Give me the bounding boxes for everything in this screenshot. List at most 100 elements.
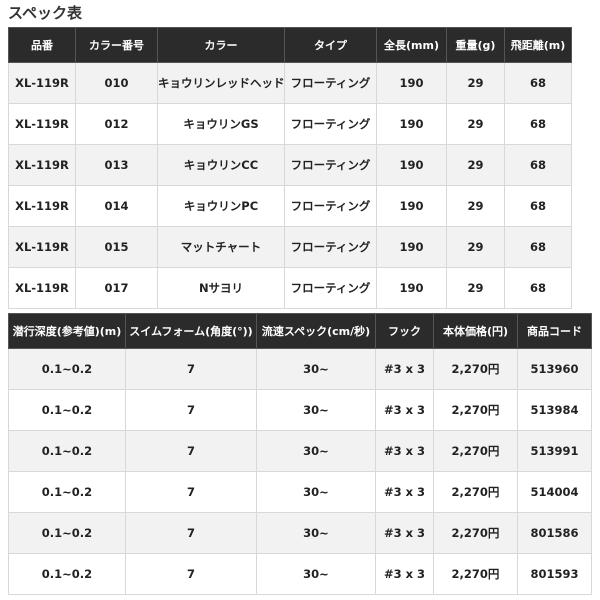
table-cell: 0.1~0.2 xyxy=(8,553,126,595)
column-header: カラー番号 xyxy=(75,27,158,63)
table-cell: XL-119R xyxy=(8,226,76,268)
table-row: XL-119R 014 キョウリンPC フローティング 190 29 68 xyxy=(8,185,572,227)
table-cell: フローティング xyxy=(284,267,377,309)
table-row: XL-119R 010 キョウリンレッドヘッド フローティング 190 29 6… xyxy=(8,62,572,104)
table-cell: #3 x 3 xyxy=(375,348,434,390)
table-cell: 30~ xyxy=(256,430,376,472)
table-cell: 7 xyxy=(125,348,257,390)
column-header: 商品コード xyxy=(517,313,592,349)
table-cell: マットチャート xyxy=(157,226,285,268)
column-header: 全長(mm) xyxy=(376,27,447,63)
table-cell: 2,270円 xyxy=(433,389,518,431)
table-cell: 68 xyxy=(504,62,572,104)
table-cell: 190 xyxy=(376,185,447,227)
table-row: 0.1~0.2 7 30~ #3 x 3 2,270円 513984 xyxy=(8,389,592,431)
table-row: XL-119R 013 キョウリンCC フローティング 190 29 68 xyxy=(8,144,572,186)
column-header: 重量(g) xyxy=(446,27,505,63)
table-header-row: 潜行深度(参考値)(m) スイムフォーム(角度(°)) 流速スペック(cm/秒)… xyxy=(8,313,592,349)
table-cell: 68 xyxy=(504,103,572,145)
table-cell: 30~ xyxy=(256,471,376,513)
page-title: スペック表 xyxy=(8,4,82,22)
table-cell: 7 xyxy=(125,430,257,472)
table-cell: 513991 xyxy=(517,430,592,472)
table-cell: 015 xyxy=(75,226,158,268)
column-header: 流速スペック(cm/秒) xyxy=(256,313,376,349)
table-row: XL-119R 017 Nサヨリ フローティング 190 29 68 xyxy=(8,267,572,309)
table-cell: Nサヨリ xyxy=(157,267,285,309)
table-cell: 68 xyxy=(504,226,572,268)
table-cell: 2,270円 xyxy=(433,348,518,390)
column-header: タイプ xyxy=(284,27,377,63)
table-cell: XL-119R xyxy=(8,144,76,186)
table-cell: 514004 xyxy=(517,471,592,513)
table-cell: 30~ xyxy=(256,512,376,554)
column-header: スイムフォーム(角度(°)) xyxy=(125,313,257,349)
table-cell: XL-119R xyxy=(8,267,76,309)
table-cell: 010 xyxy=(75,62,158,104)
table-cell: 2,270円 xyxy=(433,471,518,513)
table-cell: 801593 xyxy=(517,553,592,595)
table-cell: 29 xyxy=(446,226,505,268)
table-row: XL-119R 012 キョウリンGS フローティング 190 29 68 xyxy=(8,103,572,145)
table-cell: 014 xyxy=(75,185,158,227)
table-cell: 2,270円 xyxy=(433,512,518,554)
table-cell: 7 xyxy=(125,389,257,431)
table-cell: 0.1~0.2 xyxy=(8,389,126,431)
table-cell: #3 x 3 xyxy=(375,430,434,472)
table-cell: キョウリンGS xyxy=(157,103,285,145)
column-header: 品番 xyxy=(8,27,76,63)
table-cell: 7 xyxy=(125,512,257,554)
table-cell: 190 xyxy=(376,103,447,145)
table-row: 0.1~0.2 7 30~ #3 x 3 2,270円 801593 xyxy=(8,553,592,595)
table-row: 0.1~0.2 7 30~ #3 x 3 2,270円 514004 xyxy=(8,471,592,513)
column-header: 潜行深度(参考値)(m) xyxy=(8,313,126,349)
table-cell: フローティング xyxy=(284,62,377,104)
table-cell: 0.1~0.2 xyxy=(8,512,126,554)
table-cell: 30~ xyxy=(256,553,376,595)
table-cell: #3 x 3 xyxy=(375,471,434,513)
table-cell: 2,270円 xyxy=(433,553,518,595)
column-header: 飛距離(m) xyxy=(504,27,572,63)
spec-table-detail: 潜行深度(参考値)(m) スイムフォーム(角度(°)) 流速スペック(cm/秒)… xyxy=(8,313,592,595)
table-cell: 190 xyxy=(376,267,447,309)
table-cell: #3 x 3 xyxy=(375,553,434,595)
table-cell: 68 xyxy=(504,267,572,309)
table-cell: 0.1~0.2 xyxy=(8,348,126,390)
table-cell: 29 xyxy=(446,103,505,145)
table-cell: フローティング xyxy=(284,185,377,227)
table-cell: 29 xyxy=(446,267,505,309)
table-cell: フローティング xyxy=(284,144,377,186)
table-cell: 190 xyxy=(376,62,447,104)
table-cell: 190 xyxy=(376,144,447,186)
table-row: XL-119R 015 マットチャート フローティング 190 29 68 xyxy=(8,226,572,268)
table-cell: #3 x 3 xyxy=(375,389,434,431)
table-cell: 7 xyxy=(125,553,257,595)
table-cell: 013 xyxy=(75,144,158,186)
table-cell: キョウリンレッドヘッド xyxy=(157,62,285,104)
table-cell: 017 xyxy=(75,267,158,309)
table-cell: 29 xyxy=(446,144,505,186)
table-cell: 68 xyxy=(504,185,572,227)
table-row: 0.1~0.2 7 30~ #3 x 3 2,270円 513991 xyxy=(8,430,592,472)
table-cell: 29 xyxy=(446,185,505,227)
table-cell: 7 xyxy=(125,471,257,513)
table-cell: 0.1~0.2 xyxy=(8,471,126,513)
table-cell: 30~ xyxy=(256,348,376,390)
table-cell: 012 xyxy=(75,103,158,145)
table-cell: 801586 xyxy=(517,512,592,554)
table-cell: XL-119R xyxy=(8,185,76,227)
table-cell: XL-119R xyxy=(8,62,76,104)
table-header-row: 品番 カラー番号 カラー タイプ 全長(mm) 重量(g) 飛距離(m) xyxy=(8,27,572,63)
table-cell: 190 xyxy=(376,226,447,268)
table-cell: フローティング xyxy=(284,226,377,268)
table-cell: #3 x 3 xyxy=(375,512,434,554)
column-header: カラー xyxy=(157,27,285,63)
column-header: 本体価格(円) xyxy=(433,313,518,349)
table-cell: キョウリンPC xyxy=(157,185,285,227)
table-cell: XL-119R xyxy=(8,103,76,145)
table-cell: 68 xyxy=(504,144,572,186)
table-cell: キョウリンCC xyxy=(157,144,285,186)
table-cell: 29 xyxy=(446,62,505,104)
table-row: 0.1~0.2 7 30~ #3 x 3 2,270円 801586 xyxy=(8,512,592,554)
table-cell: 513984 xyxy=(517,389,592,431)
